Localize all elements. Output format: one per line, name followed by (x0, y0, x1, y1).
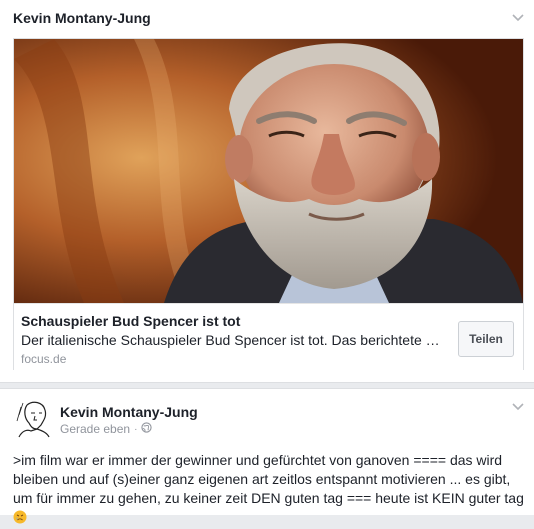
post-body: >im film war er immer der gewinner und g… (13, 451, 525, 527)
chevron-down-icon[interactable] (510, 401, 526, 413)
shared-link-post: Kevin Montany-Jung Schauspieler Bud Spen… (0, 0, 534, 383)
status-post: Kevin Montany-Jung Gerade eben · >im fil… (0, 388, 534, 524)
link-description: Der italienische Schauspieler Bud Spence… (21, 332, 446, 348)
post-author-name[interactable]: Kevin Montany-Jung (13, 10, 151, 26)
portrait-photo[interactable] (14, 39, 523, 303)
link-domain: focus.de (21, 352, 67, 366)
globe-icon[interactable] (141, 422, 153, 436)
link-preview[interactable]: Schauspieler Bud Spencer ist tot Der ita… (13, 38, 524, 370)
post-text: >im film war er immer der gewinner und g… (13, 452, 524, 506)
link-title[interactable]: Schauspieler Bud Spencer ist tot (21, 313, 240, 329)
chevron-down-icon[interactable] (510, 12, 526, 24)
meta-separator: · (134, 423, 138, 435)
post-meta: Gerade eben · (60, 422, 153, 436)
sketch-portrait-avatar[interactable] (13, 399, 53, 439)
post-author-name[interactable]: Kevin Montany-Jung (60, 404, 198, 420)
share-button[interactable]: Teilen (458, 321, 514, 357)
crying-face-emoji (13, 510, 27, 524)
link-info[interactable]: Schauspieler Bud Spencer ist tot Der ita… (14, 303, 523, 370)
post-timestamp[interactable]: Gerade eben (60, 422, 130, 436)
